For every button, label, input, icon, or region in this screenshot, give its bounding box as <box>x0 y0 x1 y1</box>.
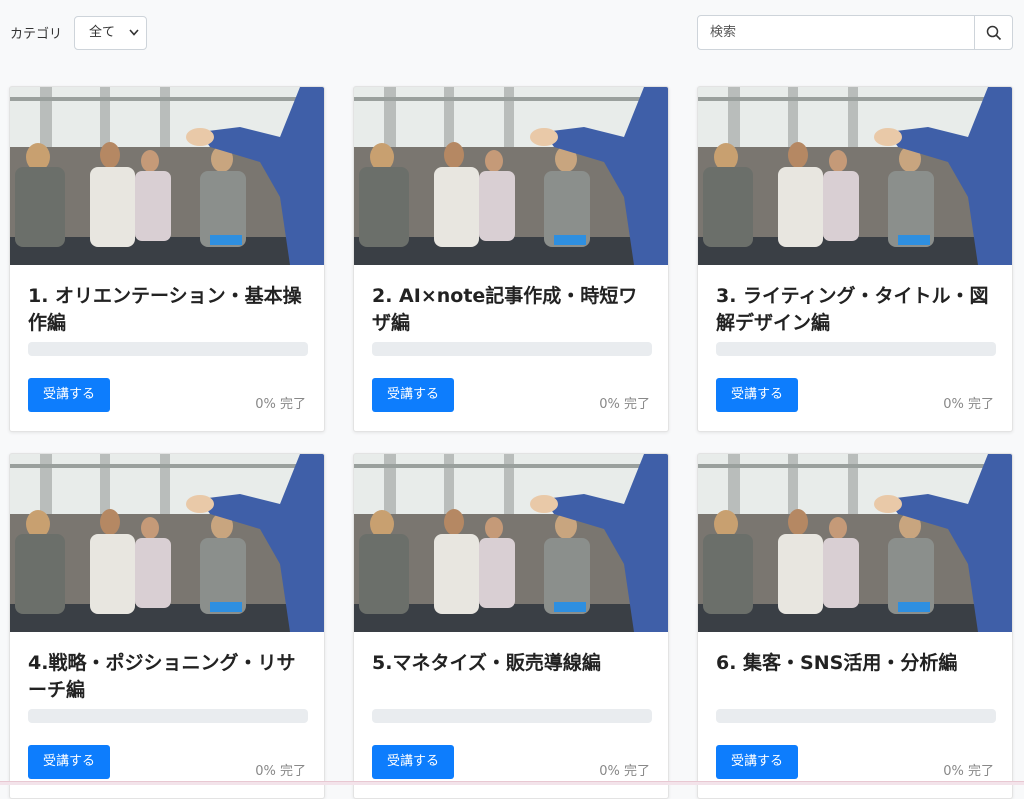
completion-text: 0% 完了 <box>255 764 306 779</box>
search-input[interactable] <box>698 16 976 49</box>
course-title: 2. AI×note記事作成・時短ワザ編 <box>372 285 638 334</box>
course-title: 5.マネタイズ・販売導線編 <box>372 652 601 674</box>
completion-text: 0% 完了 <box>599 764 650 779</box>
course-card: 3. ライティング・タイトル・図解デザイン編 受講する 0% 完了 <box>697 86 1013 432</box>
course-thumbnail <box>354 454 668 632</box>
category-selected-value: 全て <box>89 25 116 40</box>
course-thumbnail <box>10 87 324 265</box>
course-title: 4.戦略・ポジショニング・リサーチ編 <box>28 652 296 701</box>
progress-bar <box>716 709 996 723</box>
course-title: 1. オリエンテーション・基本操作編 <box>28 285 302 334</box>
course-thumbnail <box>698 87 1012 265</box>
toolbar: カテゴリ 全て <box>0 0 1024 66</box>
chevron-down-icon <box>128 17 140 62</box>
course-thumbnail <box>10 454 324 632</box>
completion-text: 0% 完了 <box>943 397 994 412</box>
enroll-button[interactable]: 受講する <box>372 745 454 779</box>
page-bottom-edge <box>0 781 1024 785</box>
completion-text: 0% 完了 <box>255 397 306 412</box>
course-card: 1. オリエンテーション・基本操作編 受講する 0% 完了 <box>9 86 325 432</box>
course-card: 4.戦略・ポジショニング・リサーチ編 受講する 0% 完了 <box>9 453 325 799</box>
search-button[interactable] <box>974 16 1012 49</box>
enroll-button[interactable]: 受講する <box>372 378 454 412</box>
enroll-button[interactable]: 受講する <box>28 745 110 779</box>
course-card: 2. AI×note記事作成・時短ワザ編 受講する 0% 完了 <box>353 86 669 432</box>
completion-text: 0% 完了 <box>599 397 650 412</box>
course-thumbnail <box>354 87 668 265</box>
course-card: 5.マネタイズ・販売導線編 受講する 0% 完了 <box>353 453 669 799</box>
progress-bar <box>372 342 652 356</box>
enroll-button[interactable]: 受講する <box>28 378 110 412</box>
course-title: 3. ライティング・タイトル・図解デザイン編 <box>716 285 989 334</box>
category-select[interactable]: 全て <box>74 16 147 50</box>
category-label: カテゴリ <box>10 27 63 42</box>
progress-bar <box>28 709 308 723</box>
search-icon <box>986 25 1001 40</box>
search-box <box>697 15 1013 50</box>
progress-bar <box>372 709 652 723</box>
progress-bar <box>28 342 308 356</box>
course-thumbnail <box>698 454 1012 632</box>
completion-text: 0% 完了 <box>943 764 994 779</box>
progress-bar <box>716 342 996 356</box>
enroll-button[interactable]: 受講する <box>716 745 798 779</box>
course-title: 6. 集客・SNS活用・分析編 <box>716 652 958 674</box>
enroll-button[interactable]: 受講する <box>716 378 798 412</box>
course-card: 6. 集客・SNS活用・分析編 受講する 0% 完了 <box>697 453 1013 799</box>
